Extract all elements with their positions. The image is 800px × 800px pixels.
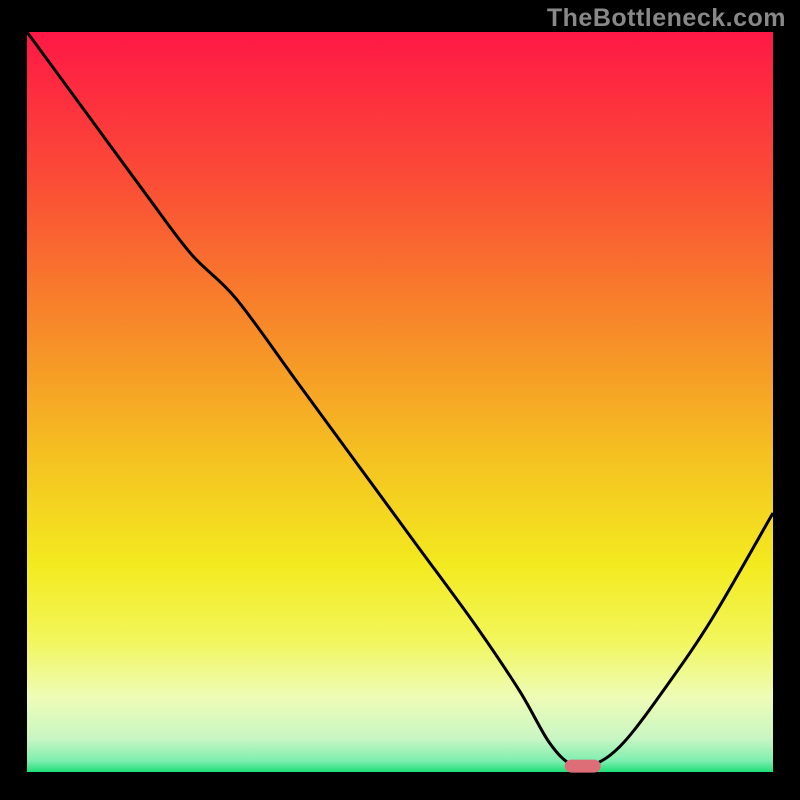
bottleneck-chart bbox=[0, 0, 800, 800]
watermark-text: TheBottleneck.com bbox=[547, 4, 786, 33]
chart-frame: { "watermark": "TheBottleneck.com", "col… bbox=[0, 0, 800, 800]
plot-background-gradient bbox=[27, 32, 773, 772]
optimum-marker bbox=[565, 760, 601, 773]
